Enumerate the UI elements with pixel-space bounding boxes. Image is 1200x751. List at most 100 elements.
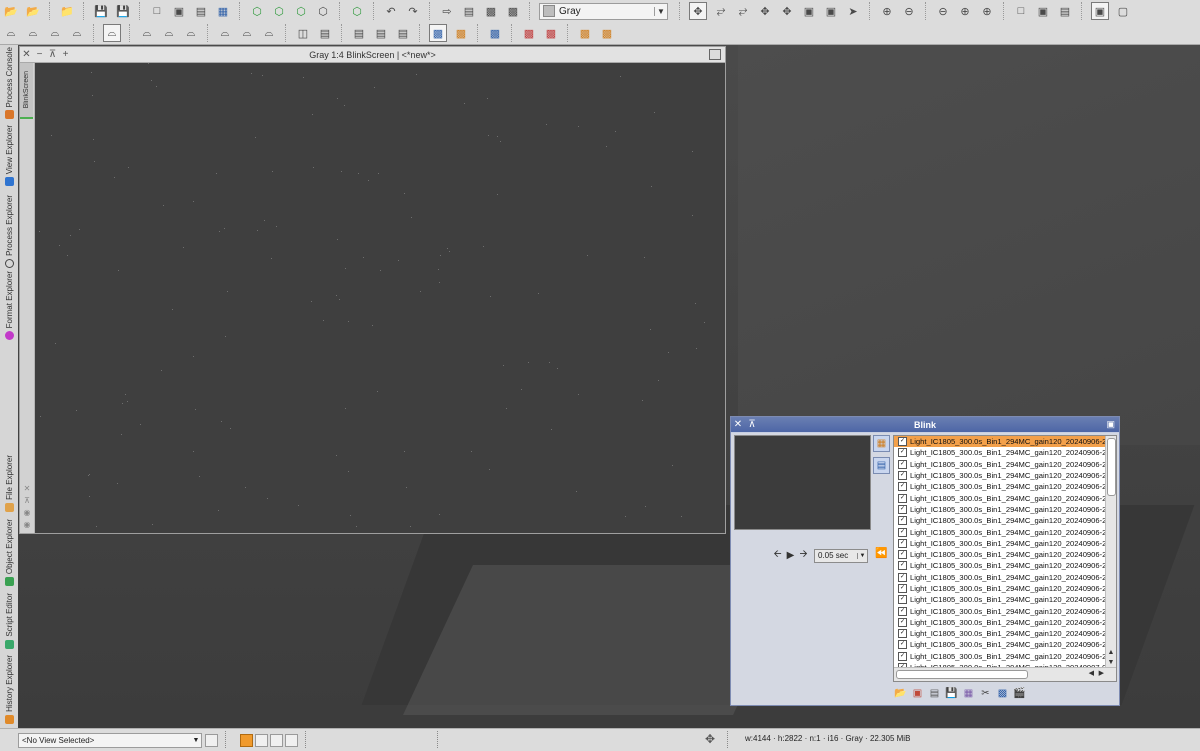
maximize-icon[interactable]: + (59, 49, 72, 60)
move-icon[interactable]: ✥ (779, 3, 795, 19)
video-icon[interactable]: 🎬 (1012, 686, 1027, 700)
mask-icon[interactable]: ▩ (483, 3, 499, 19)
history-explorer-tab[interactable]: History Explorer (0, 655, 18, 724)
scroll-thumb[interactable] (1107, 438, 1116, 496)
restore-view-icon[interactable]: ▣ (1035, 3, 1051, 19)
close-files-icon[interactable]: ▣ (910, 686, 925, 700)
window-menu-icon[interactable]: ▣ (1106, 419, 1115, 430)
file-checkbox[interactable]: ✓ (898, 516, 907, 526)
file-list-item[interactable]: ✓Light_IC1805_300.0s_Bin1_294MC_gain120_… (894, 459, 1116, 470)
save-as-icon[interactable]: 💾 (115, 3, 131, 19)
edit-preview-icon[interactable]: ▣ (801, 3, 817, 19)
close-selected-icon[interactable]: ▤ (927, 686, 942, 700)
window-icon-3[interactable]: ▤ (351, 25, 367, 41)
file-list-item[interactable]: ✓Light_IC1805_300.0s_Bin1_294MC_gain120_… (894, 651, 1116, 662)
window-icon-1[interactable]: ◫ (295, 25, 311, 41)
monitor-icon[interactable]: ▩ (429, 24, 447, 42)
next-frame-icon[interactable]: 🡪 (797, 547, 810, 564)
previous-frame-icon[interactable]: 🡨 (771, 547, 784, 564)
view-options-button[interactable] (205, 733, 218, 747)
file-list-item[interactable]: ✓Light_IC1805_300.0s_Bin1_294MC_gain120_… (894, 572, 1116, 583)
file-list-item[interactable]: ✓Light_IC1805_300.0s_Bin1_294MC_gain120_… (894, 504, 1116, 515)
file-list-item[interactable]: ✓Light_IC1805_300.0s_Bin1_294MC_gain120_… (894, 515, 1116, 526)
stf-icon-6[interactable]: ⌓ (161, 25, 177, 41)
file-checkbox[interactable]: ✓ (898, 493, 907, 503)
rewind-icon[interactable]: ⏪ (875, 548, 887, 559)
pointer-icon[interactable]: ➤ (845, 3, 861, 19)
close-icon[interactable]: ✕ (23, 485, 31, 493)
zoom-optimal-icon[interactable]: ⊕ (979, 3, 995, 19)
lock-icon[interactable]: ◉ (23, 509, 31, 517)
window-menu-icon[interactable] (709, 49, 721, 60)
open-recent-icon[interactable]: 📂 (25, 3, 41, 19)
view-explorer-tab[interactable]: View Explorer (0, 125, 18, 187)
vertical-scrollbar[interactable]: ▲ ▼ (1105, 436, 1116, 667)
shade-icon[interactable]: ⊼ (745, 419, 759, 430)
display-icon-1[interactable]: ▩ (487, 25, 503, 41)
file-list-item[interactable]: ✓Light_IC1805_300.0s_Bin1_294MC_gain120_… (894, 560, 1116, 571)
file-list-item[interactable]: ✓Light_IC1805_300.0s_Bin1_294MC_gain120_… (894, 628, 1116, 639)
blink-file-list[interactable]: ✓ Light_IC1805_300.0s_Bin1_294MC_gain120_… (893, 435, 1117, 682)
zoom-mode-icon[interactable]: ⥂ (713, 3, 729, 19)
settings-icon[interactable]: ◉ (23, 521, 31, 529)
file-checkbox[interactable]: ✓ (898, 482, 907, 492)
file-checkbox[interactable]: ✓ (898, 550, 907, 560)
file-checkbox[interactable]: ✓ (898, 640, 907, 650)
file-list-item[interactable]: ✓Light_IC1805_300.0s_Bin1_294MC_gain120_… (894, 549, 1116, 560)
file-list-item[interactable]: ✓Light_IC1805_300.0s_Bin1_294MC_gain120_… (894, 639, 1116, 650)
file-checkbox[interactable]: ✓ (898, 595, 907, 605)
zoom-1-1-icon[interactable]: ⊕ (957, 3, 973, 19)
play-icon[interactable]: ▶ (784, 550, 797, 561)
image-icon[interactable]: ▩ (453, 25, 469, 41)
preview-icon[interactable]: ⇨ (439, 3, 455, 19)
center-mode-icon[interactable]: ✥ (757, 3, 773, 19)
image-canvas[interactable] (35, 63, 725, 533)
image-window-titlebar[interactable]: ✕ − ⊼ + Gray 1:4 BlinkScreen | <*new*> (20, 47, 725, 63)
script-editor-tab[interactable]: Script Editor (0, 593, 18, 649)
process-icon-2[interactable]: ⬡ (271, 3, 287, 19)
restore-icon[interactable]: ▤ (1057, 3, 1073, 19)
file-list-item[interactable]: ✓Light_IC1805_300.0s_Bin1_294MC_gain120_… (894, 594, 1116, 605)
display-icon-3[interactable]: ▩ (543, 25, 559, 41)
close-icon[interactable]: ✕ (731, 419, 745, 430)
display-icon-2[interactable]: ▩ (521, 25, 537, 41)
file-checkbox[interactable]: ✓ (898, 651, 907, 661)
layout-button-1[interactable] (240, 733, 253, 747)
process-explorer-tab[interactable]: Process Explorer (0, 195, 18, 268)
file-checkbox[interactable]: ✓ (898, 437, 907, 447)
zoom-out-icon[interactable]: ⊖ (901, 3, 917, 19)
file-list-item[interactable]: ✓Light_IC1805_300.0s_Bin1_294MC_gain120_… (894, 617, 1116, 628)
open-url-icon[interactable]: 📁 (59, 3, 75, 19)
display-icon-5[interactable]: ▩ (599, 25, 615, 41)
file-checkbox[interactable]: ✓ (898, 629, 907, 639)
duplicate-image-icon[interactable]: ▣ (171, 3, 187, 19)
copy-icon[interactable]: ▦ (961, 686, 976, 700)
minimize-icon[interactable]: − (33, 49, 46, 60)
histogram-icon[interactable]: ▦ (873, 435, 890, 452)
stf-icon-8[interactable]: ⌓ (217, 25, 233, 41)
file-list-item[interactable]: ✓Light_IC1805_300.0s_Bin1_294MC_gain120_… (894, 481, 1116, 492)
shade-icon[interactable]: ⊼ (23, 497, 31, 505)
process-container-icon[interactable]: ⬡ (349, 3, 365, 19)
file-list-item[interactable]: ✓Light_IC1805_300.0s_Bin1_294MC_gain120_… (894, 447, 1116, 458)
file-list-item[interactable]: ✓Light_IC1805_300.0s_Bin1_294MC_gain120_… (894, 436, 1116, 448)
image-window[interactable]: ✕ − ⊼ + Gray 1:4 BlinkScreen | <*new*> B… (19, 46, 726, 534)
save-icon[interactable]: 💾 (93, 3, 109, 19)
stf-icon-5[interactable]: ⌓ (139, 25, 155, 41)
mask-invert-icon[interactable]: ▩ (505, 3, 521, 19)
file-list-item[interactable]: ✓Light_IC1805_300.0s_Bin1_294MC_gain120_… (894, 470, 1116, 481)
undo-icon[interactable]: ↶ (383, 3, 399, 19)
fit-view-icon[interactable]: □ (1013, 3, 1029, 19)
file-checkbox[interactable]: ✓ (898, 617, 907, 627)
image-properties-icon[interactable]: ▤ (193, 3, 209, 19)
file-checkbox[interactable]: ✓ (898, 448, 907, 458)
file-list-item[interactable]: ✓Light_IC1805_300.0s_Bin1_294MC_gain120_… (894, 492, 1116, 503)
object-explorer-tab[interactable]: Object Explorer (0, 519, 18, 587)
layout-button-2[interactable] (255, 733, 268, 747)
image-info-icon[interactable]: ▦ (215, 3, 231, 19)
display-icon-4[interactable]: ▩ (577, 25, 593, 41)
scroll-right-icon[interactable]: ▶ (1099, 669, 1104, 677)
window-icon-5[interactable]: ▤ (395, 25, 411, 41)
save-icon[interactable]: 💾 (944, 686, 959, 700)
layout-button-3[interactable] (270, 733, 283, 747)
